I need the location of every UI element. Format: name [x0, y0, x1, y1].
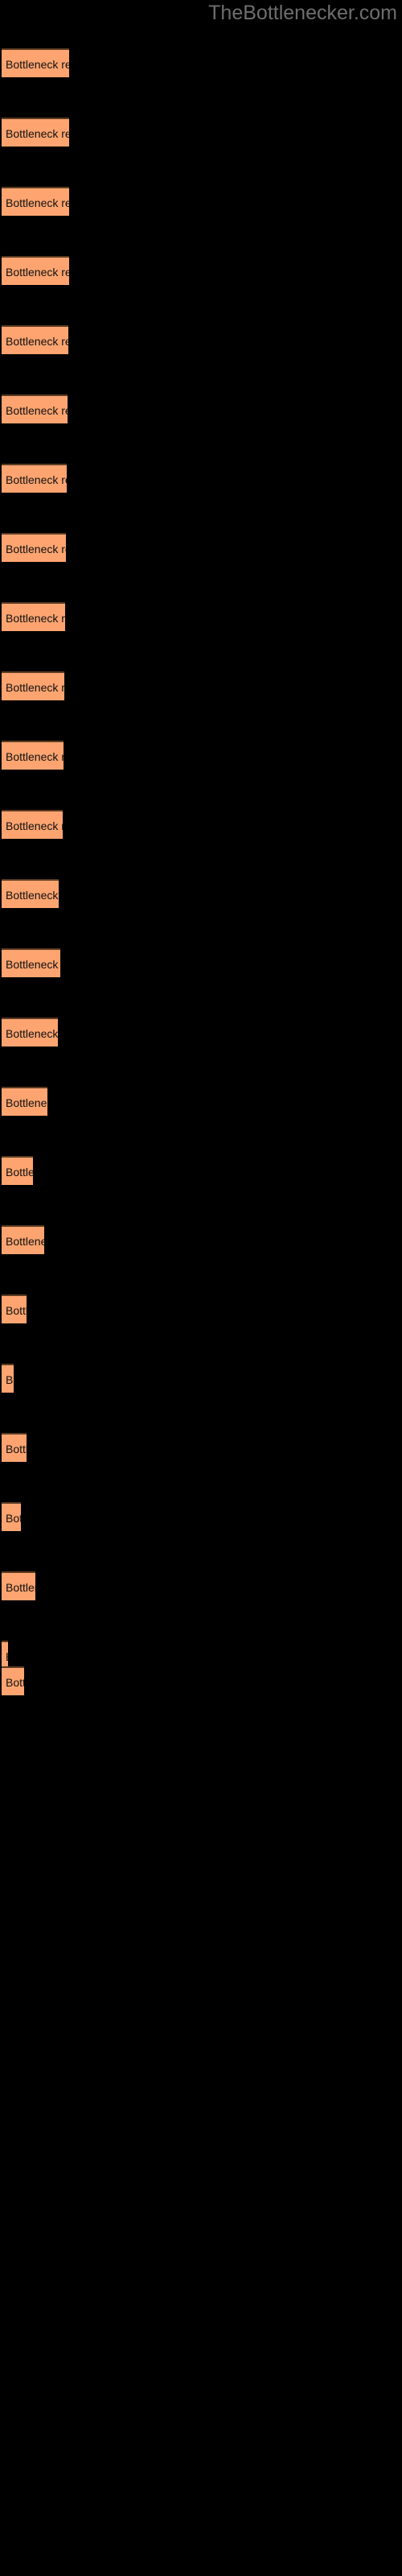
- bar-label: Bottleneck result: [6, 1581, 35, 1594]
- bar-label: Bottleneck result: [6, 681, 64, 694]
- bar-label: Bottleneck result: [6, 1642, 8, 1670]
- bar-label: Bottleneck result: [6, 958, 60, 971]
- bar: Bottleneck result: [2, 1294, 27, 1323]
- bar: Bottleneck result: [2, 1364, 14, 1393]
- bar: Bottleneck result: [2, 187, 69, 216]
- bar: Bottleneck result: [2, 1666, 24, 1695]
- bar: Bottleneck result: [2, 256, 69, 285]
- bar: Bottleneck result: [2, 394, 68, 423]
- bar: Bottleneck result: [2, 1156, 33, 1185]
- bar-label: Bottleneck result: [6, 612, 65, 625]
- bar-label: Bottleneck result: [6, 1027, 58, 1040]
- bar-label: Bottleneck result: [6, 1373, 14, 1386]
- bar: Bottleneck result: [2, 533, 66, 562]
- bar-label: Bottleneck result: [6, 1512, 21, 1525]
- bar: Bottleneck result: [2, 602, 65, 631]
- bar: Bottleneck result: [2, 948, 60, 977]
- bar: Bottleneck result: [2, 1087, 47, 1116]
- bar: Bottleneck result: [2, 464, 67, 493]
- bar: Bottleneck result: [2, 1641, 8, 1670]
- bar-label: Bottleneck result: [6, 473, 67, 486]
- bar: Bottleneck result: [2, 1502, 21, 1531]
- bar-label: Bottleneck result: [6, 58, 69, 71]
- bar-plot-area: Bottleneck result Bottleneck result Bottle…: [0, 0, 402, 2576]
- bar-label: Bottleneck result: [6, 1443, 27, 1455]
- bar-label: Bottleneck result: [6, 750, 64, 763]
- bottleneck-chart: TheBottlenecker.com Bottleneck resultBot…: [0, 0, 402, 2576]
- bar: Bottleneck result: [2, 810, 63, 839]
- bar-label: Bottleneck result: [6, 127, 69, 140]
- bar-label: Bottleneck result: [6, 266, 69, 279]
- bar: Bottleneck result: [2, 879, 59, 908]
- bar: Bottleneck result: [2, 1571, 35, 1600]
- bar-label: Bottleneck result: [6, 404, 68, 417]
- bar-label: Bottleneck result: [6, 1676, 24, 1689]
- bar: Bottleneck result: [2, 118, 69, 147]
- bar-label: Bottleneck result: [6, 196, 69, 209]
- bar-label: Bottleneck result: [6, 819, 63, 832]
- bar: Bottleneck result: [2, 325, 68, 354]
- bar-label: Bottleneck result: [6, 335, 68, 348]
- bar: Bottleneck result: [2, 671, 64, 700]
- bar-label: Bottleneck result: [6, 1235, 44, 1248]
- bar-label: Bottleneck result: [6, 1304, 27, 1317]
- bar-label: Bottleneck result: [6, 1166, 33, 1179]
- bar: Bottleneck result: [2, 741, 64, 770]
- bar-label: Bottleneck result: [6, 889, 59, 902]
- bar: Bottleneck result: [2, 48, 69, 77]
- bar-label: Bottleneck result: [6, 1096, 47, 1109]
- bar: Bottleneck result: [2, 1018, 58, 1046]
- bar-label: Bottleneck result: [6, 543, 66, 555]
- bar: Bottleneck result: [2, 1433, 27, 1462]
- bar: Bottleneck result: [2, 1225, 44, 1254]
